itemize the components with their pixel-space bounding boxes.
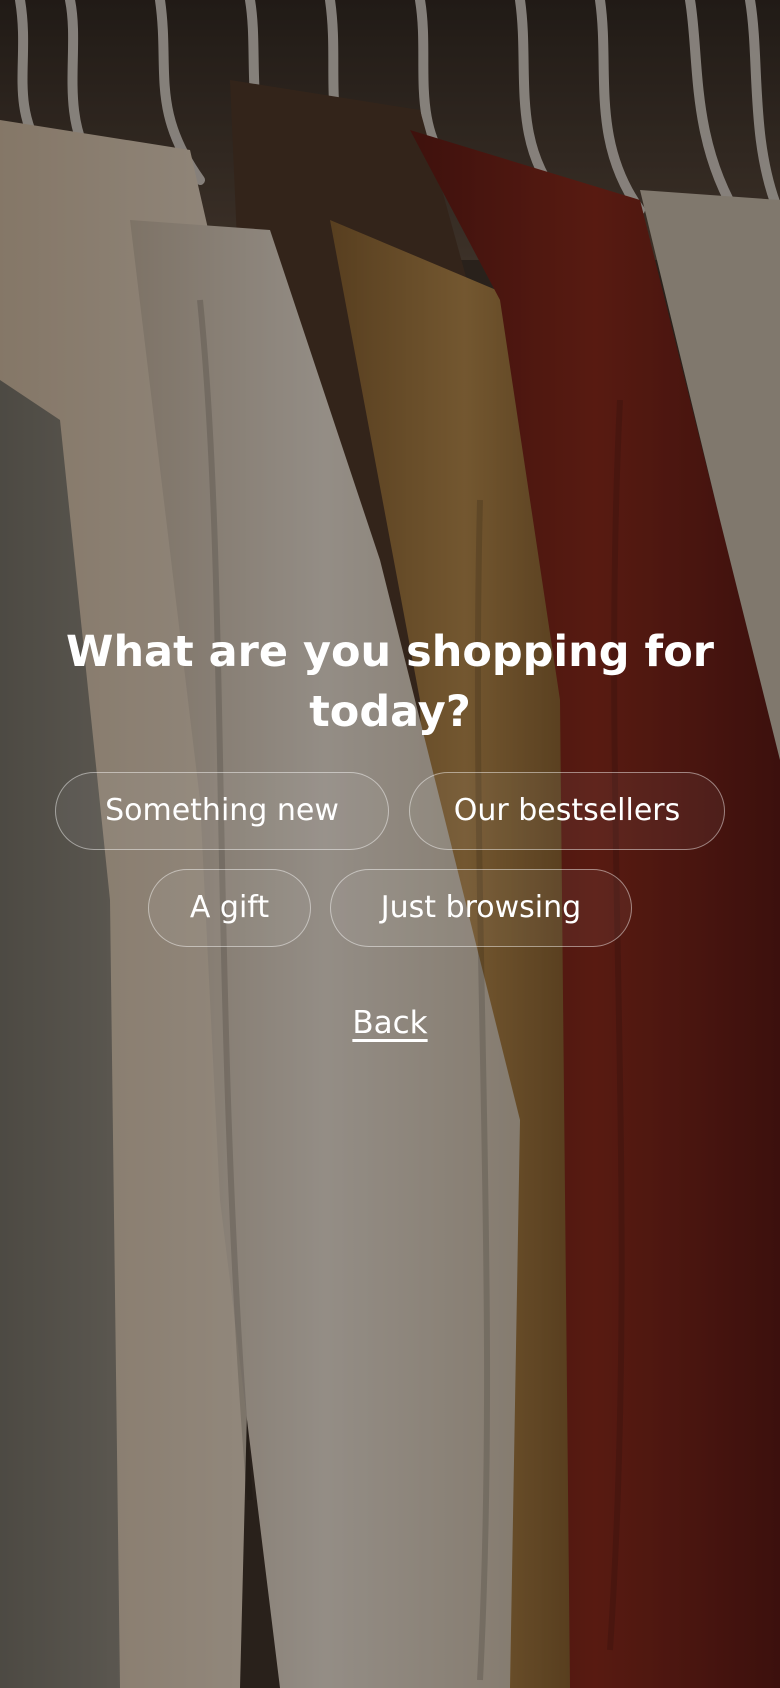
option-just-browsing-button[interactable]: Just browsing (330, 869, 632, 947)
option-our-bestsellers-button[interactable]: Our bestsellers (409, 772, 725, 850)
back-link[interactable]: Back (0, 1003, 780, 1043)
option-a-gift-button[interactable]: A gift (148, 869, 311, 947)
question-title: What are you shopping for today? (66, 627, 714, 737)
option-something-new-button[interactable]: Something new (55, 772, 389, 850)
quiz-content: What are you shopping for today? Somethi… (0, 0, 780, 1688)
quiz-screen: What are you shopping for today? Somethi… (0, 0, 780, 1688)
